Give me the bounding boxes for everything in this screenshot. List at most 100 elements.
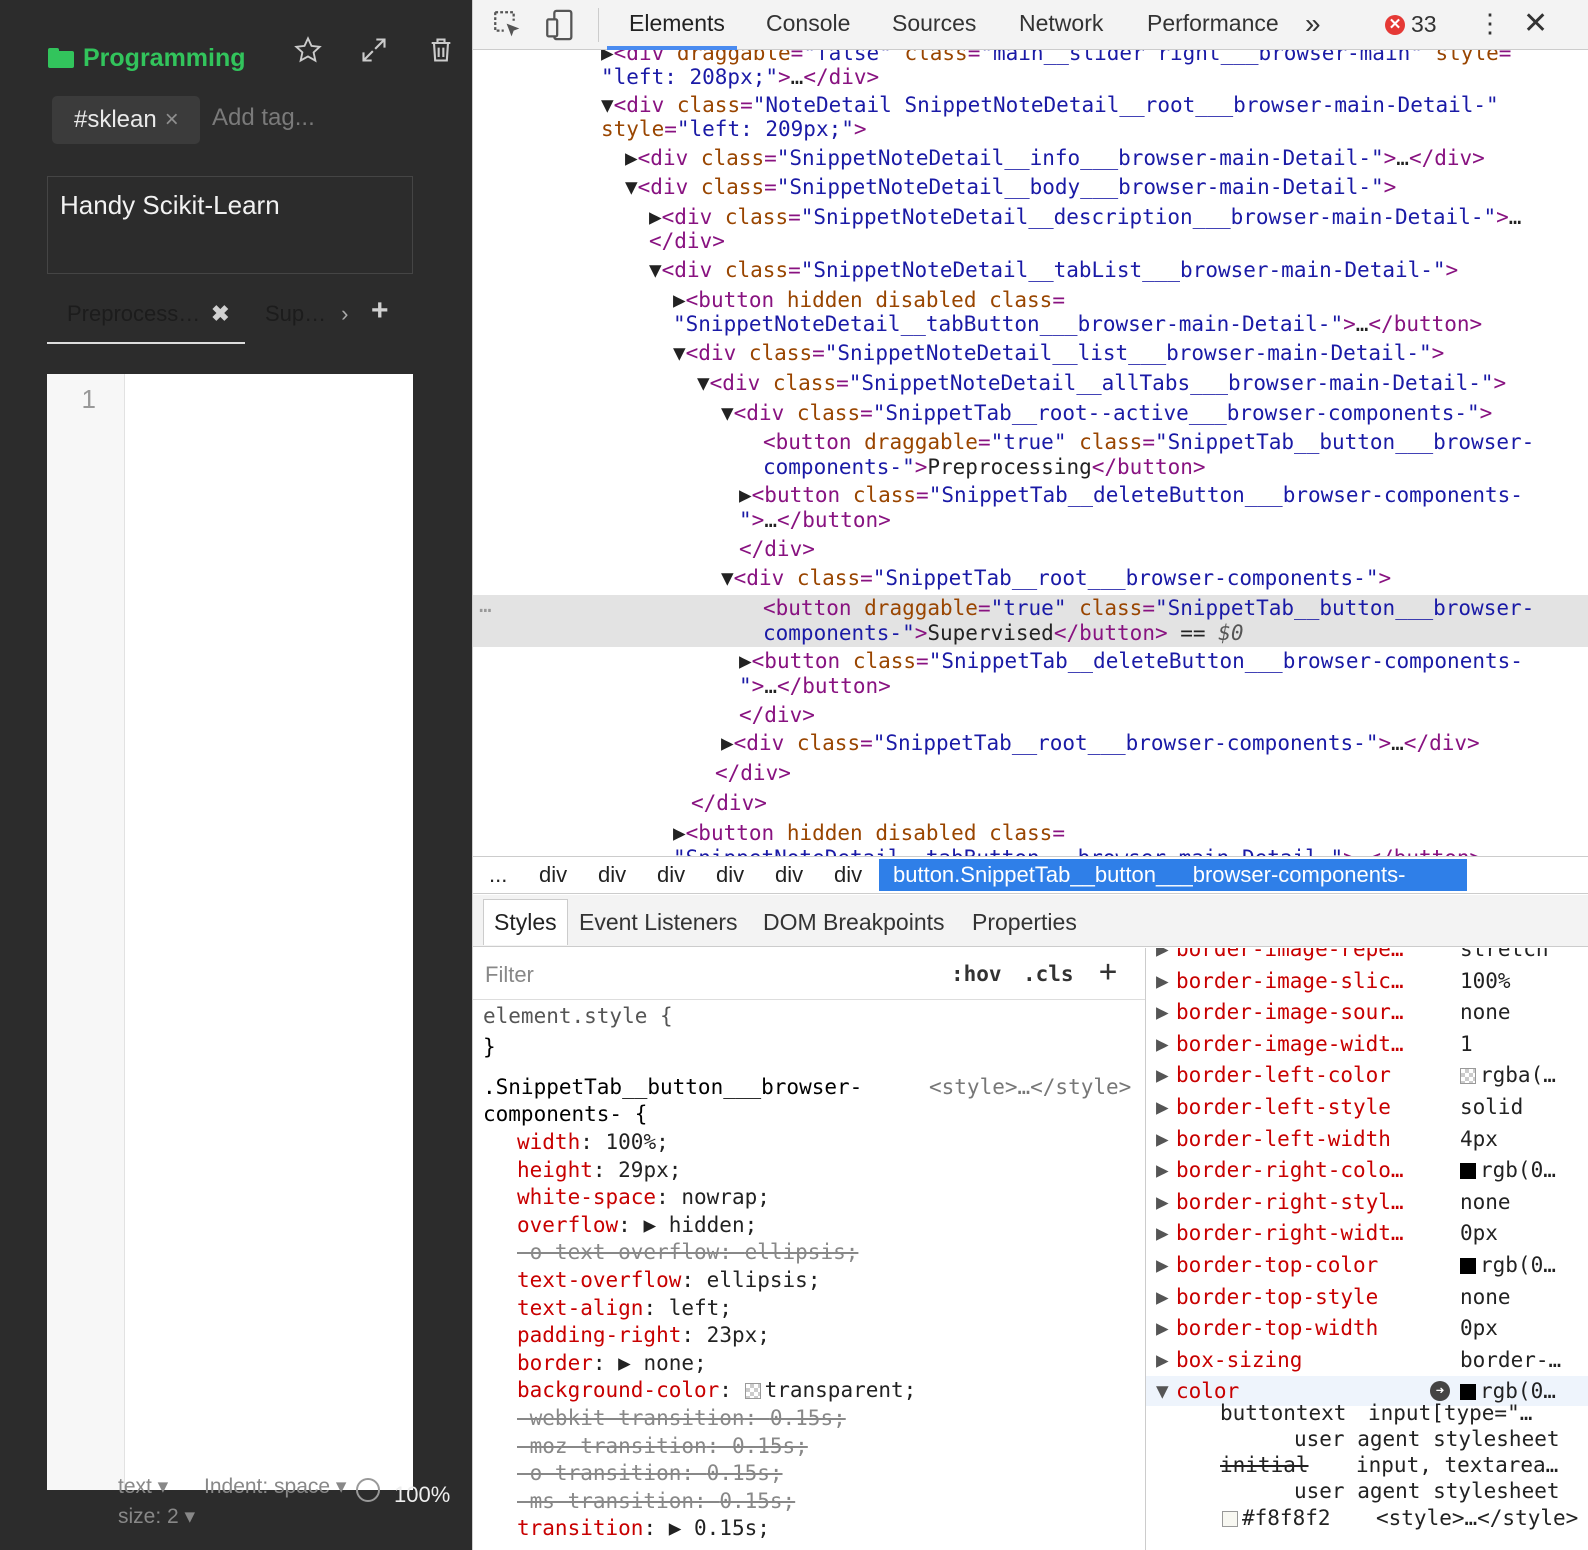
mode-select[interactable]: text ▾ bbox=[118, 1474, 168, 1499]
computed-property-row[interactable]: ▶ border-image-widt… 1 bbox=[1146, 1029, 1588, 1059]
dom-node-line[interactable]: ▼<div class="SnippetTab__root--active___… bbox=[721, 400, 1492, 426]
dom-node-line[interactable]: ▶<button hidden disabled class= bbox=[673, 820, 1065, 846]
node-actions-icon[interactable]: ⋯ bbox=[479, 598, 492, 622]
css-declaration[interactable]: white-space: nowrap; bbox=[517, 1183, 770, 1211]
cascade-source[interactable]: user agent stylesheet bbox=[1294, 1479, 1560, 1503]
css-declaration[interactable]: -webkit-transition: 0.15s; bbox=[517, 1404, 846, 1432]
dom-node-line[interactable]: ">…</button> bbox=[739, 507, 891, 533]
zoom-icon[interactable] bbox=[356, 1478, 380, 1502]
computed-property-row[interactable]: ▶ border-right-widt… 0px bbox=[1146, 1218, 1588, 1248]
dom-node-line[interactable]: </div> bbox=[739, 702, 815, 728]
dom-node-line[interactable]: <button draggable="true" class="SnippetT… bbox=[763, 595, 1534, 621]
computed-property-row[interactable]: ▶ border-image-slic… 100% bbox=[1146, 966, 1588, 996]
indent-size-select[interactable]: size: 2 ▾ bbox=[118, 1504, 195, 1529]
dom-node-line[interactable]: "SnippetNoteDetail__tabButton___browser-… bbox=[673, 311, 1482, 337]
close-icon[interactable]: ✕ bbox=[1523, 6, 1548, 41]
tab-event-listeners[interactable]: Event Listeners bbox=[579, 909, 738, 936]
expand-triangle-icon[interactable]: ▶ bbox=[1156, 1029, 1169, 1059]
dom-node-line[interactable]: ">…</button> bbox=[739, 673, 891, 699]
css-declaration[interactable]: text-overflow: ellipsis; bbox=[517, 1266, 820, 1294]
dom-node-line[interactable]: components-">Supervised</button> == $0 bbox=[763, 620, 1243, 646]
tag-chip[interactable]: #sklean × bbox=[52, 96, 200, 144]
css-declaration[interactable]: border: ▶ none; bbox=[517, 1349, 707, 1377]
computed-property-row[interactable]: ▶ border-image-sour… none bbox=[1146, 997, 1588, 1027]
tab-supervised[interactable]: Supervised › bbox=[265, 300, 348, 327]
breadcrumb-item[interactable]: div bbox=[657, 862, 685, 888]
breadcrumb-selected[interactable]: button.SnippetTab__button___browser-comp… bbox=[879, 859, 1467, 891]
expand-triangle-icon[interactable]: ▼ bbox=[1156, 1376, 1169, 1406]
dom-node-line[interactable]: ▼<div class="SnippetNoteDetail__body___b… bbox=[625, 174, 1396, 200]
tab-performance[interactable]: Performance bbox=[1147, 10, 1279, 37]
dom-node-line[interactable]: <button draggable="true" class="SnippetT… bbox=[763, 429, 1534, 455]
dom-node-line[interactable]: ▶<div class="SnippetNoteDetail__info___b… bbox=[625, 145, 1485, 171]
more-tabs-icon[interactable]: » bbox=[1305, 8, 1321, 40]
cascade-source[interactable]: <style>…</style> bbox=[1376, 1506, 1578, 1530]
folder-label[interactable]: Programming bbox=[48, 40, 246, 76]
computed-property-row[interactable]: ▶ border-right-styl… none bbox=[1146, 1187, 1588, 1217]
new-rule-button[interactable]: + bbox=[1099, 954, 1117, 989]
breadcrumb-item[interactable]: div bbox=[775, 862, 803, 888]
dom-node-line[interactable]: "left: 208px;">…</div> bbox=[601, 64, 879, 90]
dom-node-line[interactable]: ▼<div class="NoteDetail SnippetNoteDetai… bbox=[601, 92, 1499, 118]
computed-property-row[interactable]: ▶ border-top-style none bbox=[1146, 1282, 1588, 1312]
expand-triangle-icon[interactable]: ▶ bbox=[1156, 1155, 1169, 1185]
computed-property-row[interactable]: ▶ border-right-colo… rgb(0… bbox=[1146, 1155, 1588, 1185]
tag-remove-icon[interactable]: × bbox=[165, 106, 179, 134]
error-counter[interactable]: ✕ 33 bbox=[1385, 11, 1437, 38]
computed-property-row[interactable]: ▶ border-left-width 4px bbox=[1146, 1124, 1588, 1154]
dom-node-line[interactable]: </div> bbox=[649, 228, 725, 254]
star-icon[interactable] bbox=[290, 32, 326, 68]
computed-property-row[interactable]: ▶ border-image-repe… stretch bbox=[1146, 948, 1588, 964]
breadcrumb-item[interactable]: ... bbox=[489, 862, 507, 888]
breadcrumb-item[interactable]: div bbox=[834, 862, 862, 888]
goto-definition-icon[interactable]: ➜ bbox=[1430, 1381, 1450, 1402]
expand-triangle-icon[interactable]: ▶ bbox=[1156, 1250, 1169, 1280]
fullscreen-icon[interactable] bbox=[356, 32, 392, 68]
cascade-source[interactable]: input, textarea… bbox=[1356, 1453, 1558, 1477]
breadcrumb-item[interactable]: div bbox=[598, 862, 626, 888]
dom-node-line[interactable]: ▼<div class="SnippetNoteDetail__list___b… bbox=[673, 340, 1444, 366]
add-tag-input[interactable]: Add tag... bbox=[212, 104, 315, 132]
computed-property-row[interactable]: ▶ border-top-color rgb(0… bbox=[1146, 1250, 1588, 1280]
tab-sources[interactable]: Sources bbox=[892, 10, 976, 37]
css-declaration[interactable]: background-color: transparent; bbox=[517, 1376, 916, 1404]
styles-filter-input[interactable]: Filter bbox=[485, 962, 534, 988]
cascade-source[interactable]: input[type="… bbox=[1368, 1401, 1532, 1425]
expand-triangle-icon[interactable]: ▶ bbox=[1156, 1060, 1169, 1090]
css-declaration[interactable]: width: 100%; bbox=[517, 1128, 669, 1156]
dom-node-line[interactable]: ▶<div class="SnippetNoteDetail__descript… bbox=[649, 204, 1521, 230]
expand-triangle-icon[interactable]: ▶ bbox=[1156, 948, 1169, 964]
dom-node-line[interactable]: ▶<button class="SnippetTab__deleteButton… bbox=[739, 648, 1523, 674]
computed-property-row[interactable]: ▶ border-left-color rgba(… bbox=[1146, 1060, 1588, 1090]
css-declaration[interactable]: height: 29px; bbox=[517, 1156, 681, 1184]
computed-property-row[interactable]: ▶ border-top-width 0px bbox=[1146, 1313, 1588, 1343]
hover-state-toggle[interactable]: :hov bbox=[951, 962, 1002, 986]
dom-node-line[interactable]: style="left: 209px;"> bbox=[601, 116, 867, 142]
css-declaration[interactable]: padding-right: 23px; bbox=[517, 1321, 770, 1349]
code-editor[interactable]: 1 bbox=[47, 374, 413, 1490]
dom-node-line[interactable]: </div> bbox=[739, 536, 815, 562]
element-style-open[interactable]: element.style { bbox=[483, 1002, 673, 1030]
tab-network[interactable]: Network bbox=[1019, 10, 1103, 37]
kebab-menu-icon[interactable]: ⋮ bbox=[1477, 8, 1503, 39]
device-toolbar-icon[interactable] bbox=[543, 8, 577, 42]
dom-node-line[interactable]: ▶<div class="SnippetTab__root___browser-… bbox=[721, 730, 1480, 756]
note-description-field[interactable]: Handy Scikit-Learn bbox=[47, 176, 413, 274]
expand-triangle-icon[interactable]: ▶ bbox=[1156, 1092, 1169, 1122]
add-tab-button[interactable]: + bbox=[371, 294, 389, 328]
css-declaration[interactable]: overflow: ▶ hidden; bbox=[517, 1211, 757, 1239]
tab-console[interactable]: Console bbox=[766, 10, 850, 37]
tab-dom-breakpoints[interactable]: DOM Breakpoints bbox=[763, 909, 945, 936]
tab-delete-icon[interactable]: ✖ bbox=[211, 301, 229, 326]
css-declaration[interactable]: -o-text-overflow: ellipsis; bbox=[517, 1238, 858, 1266]
class-toggle[interactable]: .cls bbox=[1023, 962, 1074, 986]
expand-triangle-icon[interactable]: ▶ bbox=[1156, 1124, 1169, 1154]
color-swatch[interactable] bbox=[744, 1383, 761, 1400]
computed-property-row[interactable]: ▶ border-left-style solid bbox=[1146, 1092, 1588, 1122]
dom-node-line[interactable]: ▶<button hidden disabled class= bbox=[673, 287, 1065, 313]
dom-node-line[interactable]: ▶<button class="SnippetTab__deleteButton… bbox=[739, 482, 1523, 508]
dom-node-line[interactable]: </div> bbox=[715, 760, 791, 786]
css-declaration[interactable]: -o-transition: 0.15s; bbox=[517, 1459, 783, 1487]
expand-triangle-icon[interactable]: ▶ bbox=[1156, 966, 1169, 996]
css-declaration[interactable]: -moz-transition: 0.15s; bbox=[517, 1432, 808, 1460]
